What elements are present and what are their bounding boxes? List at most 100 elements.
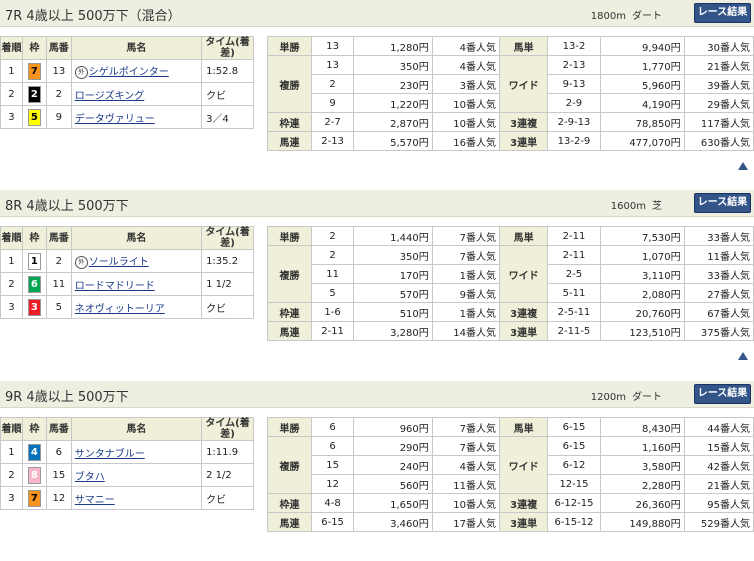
payout-amount: 2,080円 — [599, 283, 685, 303]
payout-combo: 6 — [311, 436, 355, 456]
frame-badge: 2 — [27, 85, 41, 103]
frame-badge: 1 — [27, 252, 41, 270]
horse-name-link[interactable]: ブタハ — [75, 472, 105, 483]
payout-popularity: 21番人気 — [683, 474, 754, 494]
time-header: タイム(着差) — [201, 226, 254, 250]
payout-combo: 6-15 — [311, 512, 355, 532]
race-title: 8R 4歳以上 500万下 — [5, 199, 129, 214]
frame-cell: 7 — [21, 486, 47, 510]
payout-label-sanrenpuku: 3連複 — [498, 112, 549, 132]
rank-header: 着順 — [0, 36, 23, 60]
frame-cell: 8 — [21, 463, 47, 487]
payout-popularity: 10番人気 — [431, 93, 500, 113]
page-top-icon[interactable] — [738, 162, 748, 170]
frame-header: 枠 — [21, 226, 47, 250]
race-section: 9R 4歳以上 500万下 1200m ダート レース結果 着順 枠 馬番 馬名 … — [0, 381, 754, 561]
payout-popularity: 4番人気 — [431, 36, 500, 56]
payout-combo: 6-12-15 — [547, 493, 601, 513]
payout-popularity: 630番人気 — [683, 131, 754, 151]
payout-combo: 12-15 — [547, 474, 601, 494]
payout-popularity: 15番人気 — [683, 436, 754, 456]
race-surface: 芝 — [652, 201, 662, 212]
result-row: 3 3 5 ネオヴィットーリア クビ — [0, 295, 254, 319]
payout-combo: 2 — [311, 245, 355, 265]
payout-row: 複勝 2 350円 7番人気 ワイド 2-11 1,070円 11番人気 — [266, 245, 754, 303]
payout-amount: 3,460円 — [353, 512, 433, 532]
payout-combo: 6-15-12 — [547, 512, 601, 532]
payout-combo: 2-11 — [547, 226, 601, 246]
page-top-icon[interactable] — [738, 352, 748, 360]
frame-badge: 6 — [27, 275, 41, 293]
horse-name-link[interactable]: ネオヴィットーリア — [75, 304, 165, 315]
horse-name-cell: 外シゲルポインター — [70, 59, 203, 83]
result-row: 1 1 2 外ソールライト 1:35.2 — [0, 249, 254, 273]
result-row: 2 6 11 ロードマドリード 1 1/2 — [0, 272, 254, 296]
payout-combo: 2-9-13 — [547, 112, 601, 132]
horse-name-link[interactable]: データヴァリュー — [75, 114, 155, 125]
horse-name-link[interactable]: シゲルポインター — [89, 67, 169, 78]
payout-popularity: 4番人気 — [431, 55, 500, 75]
frame-cell: 3 — [21, 295, 47, 319]
payout-amount: 1,650円 — [353, 493, 433, 513]
payout-popularity: 10番人気 — [431, 112, 500, 132]
result-header-row: 着順 枠 馬番 馬名 タイム(着差) — [0, 226, 254, 250]
race-distance: 1800m — [590, 11, 626, 22]
payout-popularity: 67番人気 — [683, 302, 754, 322]
horse-name-link[interactable]: サンタナブルー — [75, 449, 145, 460]
horse-name-cell: ネオヴィットーリア — [70, 295, 203, 319]
payout-amount: 1,070円 — [599, 245, 685, 265]
payout-combo: 2-11 — [311, 321, 355, 341]
horse-number-cell: 6 — [45, 440, 72, 464]
payout-popularity: 14番人気 — [431, 321, 500, 341]
race-title: 7R 4歳以上 500万下（混合） — [5, 9, 181, 24]
payout-label-wakuren: 枠連 — [266, 112, 313, 132]
payout-amount: 1,280円 — [353, 36, 433, 56]
payout-combo: 2-11-5 — [547, 321, 601, 341]
payout-label-sanrentan: 3連単 — [498, 512, 549, 532]
frame-badge: 7 — [27, 489, 41, 507]
payout-combo: 11 — [311, 264, 355, 284]
payout-combo: 1-6 — [311, 302, 355, 322]
frame-badge: 7 — [27, 62, 41, 80]
horse-number-cell: 2 — [45, 82, 72, 106]
frame-badge: 3 — [27, 298, 41, 316]
result-row: 2 2 2 ロージズキング クビ — [0, 82, 254, 106]
payout-popularity: 7番人気 — [431, 245, 500, 265]
payout-popularity: 42番人気 — [683, 455, 754, 475]
payout-amount: 960円 — [353, 417, 433, 437]
horse-number-cell: 13 — [45, 59, 72, 83]
payout-combo: 13 — [311, 55, 355, 75]
payout-amount: 290円 — [353, 436, 433, 456]
payout-amount: 3,110円 — [599, 264, 685, 284]
race-result-button[interactable]: レース結果 — [694, 384, 751, 404]
payout-combo: 2-5-11 — [547, 302, 601, 322]
rank-cell: 2 — [0, 82, 23, 106]
payout-amount: 8,430円 — [599, 417, 685, 437]
payout-popularity: 27番人気 — [683, 283, 754, 303]
time-cell: クビ — [201, 486, 254, 510]
horse-name-link[interactable]: ソールライト — [89, 257, 149, 268]
payout-popularity: 39番人気 — [683, 74, 754, 94]
payout-popularity: 7番人気 — [431, 226, 500, 246]
horse-name-cell: 外ソールライト — [70, 249, 203, 273]
race-result-button[interactable]: レース結果 — [694, 3, 751, 23]
rank-cell: 1 — [0, 440, 23, 464]
race-result-button[interactable]: レース結果 — [694, 193, 751, 213]
payout-combo: 2-7 — [311, 112, 355, 132]
rank-cell: 3 — [0, 295, 23, 319]
payout-label-sanrentan: 3連単 — [498, 321, 549, 341]
payout-combo: 5-11 — [547, 283, 601, 303]
payout-combo: 15 — [311, 455, 355, 475]
horse-name-link[interactable]: サマニー — [75, 495, 115, 506]
payout-amount: 20,760円 — [599, 302, 685, 322]
payout-row: 枠連 2-7 2,870円 10番人気 3連複 2-9-13 78,850円 117番… — [266, 112, 754, 132]
horse-name-link[interactable]: ロージズキング — [75, 91, 145, 102]
payout-amount: 560円 — [353, 474, 433, 494]
payout-popularity: 33番人気 — [683, 226, 754, 246]
result-table: 着順 枠 馬番 馬名 タイム(着差) 1 1 2 外ソールライト 1:35.2 … — [0, 226, 254, 319]
race-header: 7R 4歳以上 500万下（混合） 1800m ダート レース結果 — [0, 0, 754, 27]
payout-combo: 12 — [311, 474, 355, 494]
time-cell: 1:35.2 — [201, 249, 254, 273]
horse-name-link[interactable]: ロードマドリード — [75, 281, 155, 292]
payout-label-wide: ワイド — [498, 55, 549, 113]
